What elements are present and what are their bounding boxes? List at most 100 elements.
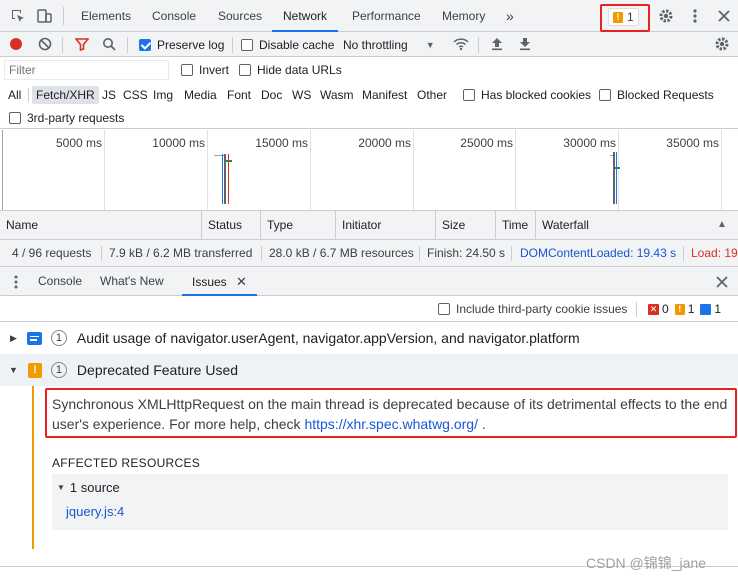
blocked-requests-check[interactable]	[599, 89, 611, 101]
load-marker	[228, 154, 229, 204]
filter-input[interactable]	[4, 60, 169, 80]
info-icon	[700, 303, 712, 315]
record-icon[interactable]	[6, 34, 26, 54]
filter-funnel-icon[interactable]	[72, 34, 92, 54]
tab-memory[interactable]: Memory	[442, 0, 485, 32]
filter-type-img[interactable]: Img	[153, 86, 173, 104]
third-party-requests-checkbox[interactable]: 3rd-party requests	[9, 109, 124, 127]
summary-transferred: 7.9 kB / 6.2 MB transferred	[109, 246, 253, 260]
filter-type-js[interactable]: JS	[102, 86, 116, 104]
watermark: CSDN @锦锦_jane	[586, 555, 707, 571]
include-third-party-check[interactable]	[438, 303, 450, 315]
disable-cache-checkbox[interactable]: Disable cache	[241, 32, 334, 57]
issue-counts[interactable]: ✕ 0 ! 1 1	[648, 296, 721, 322]
close-tab-icon[interactable]: ✕	[236, 274, 247, 289]
issue-row-audit-useragent[interactable]: ▶ 1 Audit usage of navigator.userAgent, …	[0, 322, 738, 354]
jquery-resource-link[interactable]: jquery.js:4	[66, 504, 124, 519]
affected-resources-panel: ▼ 1 source jquery.js:4	[52, 474, 728, 530]
close-drawer-icon[interactable]	[712, 272, 732, 292]
drawer-tab-whats-new[interactable]: What's New	[100, 267, 164, 296]
inspect-element-icon[interactable]	[8, 6, 28, 26]
filter-type-manifest[interactable]: Manifest	[362, 86, 407, 104]
source-toggle[interactable]: ▼ 1 source	[57, 478, 120, 496]
tab-performance[interactable]: Performance	[352, 0, 421, 32]
filter-type-all[interactable]: All	[8, 86, 21, 104]
invert-label: Invert	[199, 63, 230, 77]
collapse-arrow-icon: ▼	[57, 482, 65, 492]
filter-type-media[interactable]: Media	[184, 86, 217, 104]
issue-row-deprecated-feature[interactable]: ▼ ! 1 Deprecated Feature Used	[0, 354, 738, 386]
issue-badge-count: 1	[627, 10, 634, 24]
filter-type-doc[interactable]: Doc	[261, 86, 282, 104]
drawer-menu-icon[interactable]	[14, 275, 18, 292]
invert-check[interactable]	[181, 64, 193, 76]
column-size[interactable]: Size	[436, 211, 496, 239]
filter-type-wasm[interactable]: Wasm	[320, 86, 354, 104]
blocked-requests-checkbox[interactable]: Blocked Requests	[599, 86, 714, 104]
kebab-menu-icon[interactable]	[685, 6, 705, 26]
info-message-icon	[26, 331, 42, 345]
third-party-requests-check[interactable]	[9, 112, 21, 124]
has-blocked-cookies-check[interactable]	[463, 89, 475, 101]
issue-title: Deprecated Feature Used	[76, 362, 239, 378]
issues-badge[interactable]: ! 1	[608, 8, 639, 26]
issue-title: Audit usage of navigator.userAgent, navi…	[76, 330, 580, 346]
chevron-down-icon: ▼	[425, 39, 435, 50]
drawer-tab-issues[interactable]: Issues ✕	[182, 267, 257, 296]
dcl-marker	[616, 152, 617, 204]
preserve-log-check[interactable]	[139, 38, 151, 51]
sort-ascending-icon[interactable]: ▲	[717, 219, 727, 230]
filter-type-css[interactable]: CSS	[123, 86, 148, 104]
invert-checkbox[interactable]: Invert	[181, 60, 229, 80]
device-toolbar-icon[interactable]	[34, 6, 54, 26]
tab-network[interactable]: Network	[272, 0, 339, 32]
warning-icon: !	[674, 303, 685, 315]
filter-type-other[interactable]: Other	[417, 86, 447, 104]
filter-type-ws[interactable]: WS	[292, 86, 311, 104]
tab-sources[interactable]: Sources	[218, 0, 262, 32]
description-highlight-box	[45, 388, 737, 438]
hide-data-urls-check[interactable]	[239, 64, 251, 76]
issue-count: 1	[50, 330, 67, 346]
affected-resources-heading: AFFECTED RESOURCES	[52, 456, 201, 470]
network-settings-gear-icon[interactable]	[712, 34, 732, 54]
clear-icon[interactable]	[35, 34, 55, 54]
warning-count: 1	[687, 302, 695, 316]
drawer-tabbar: Console What's New Issues ✕	[0, 267, 738, 296]
third-party-requests-label: 3rd-party requests	[27, 111, 125, 125]
warning-icon: !	[613, 11, 623, 23]
disable-cache-label: Disable cache	[259, 37, 335, 52]
import-har-upload-icon[interactable]	[487, 34, 507, 54]
network-conditions-wifi-icon[interactable]	[451, 34, 471, 54]
close-devtools-icon[interactable]	[714, 6, 734, 26]
column-time[interactable]: Time	[496, 211, 536, 239]
column-initiator[interactable]: Initiator	[336, 211, 436, 239]
network-overview-timeline[interactable]: 5000 ms 10000 ms 15000 ms 20000 ms 25000…	[0, 130, 738, 211]
throttling-select[interactable]: No throttling ▼	[343, 32, 435, 57]
tab-elements[interactable]: Elements	[81, 0, 131, 32]
network-toolbar: Preserve log Disable cache No throttling…	[0, 32, 738, 57]
tab-console[interactable]: Console	[152, 0, 196, 32]
request-bar	[226, 160, 232, 162]
preserve-log-checkbox[interactable]: Preserve log	[139, 32, 224, 57]
hide-data-urls-checkbox[interactable]: Hide data URLs	[239, 60, 342, 80]
include-third-party-checkbox[interactable]: Include third-party cookie issues	[438, 296, 627, 322]
request-bar	[613, 152, 615, 204]
column-waterfall[interactable]: Waterfall	[536, 211, 738, 239]
settings-gear-icon[interactable]	[656, 6, 676, 26]
filter-type-fetch-xhr[interactable]: Fetch/XHR	[32, 86, 99, 104]
request-table-header: Name Status Type Initiator Size Time Wat…	[0, 211, 738, 240]
disable-cache-check[interactable]	[241, 38, 253, 51]
drawer-tab-console[interactable]: Console	[38, 267, 82, 296]
search-icon[interactable]	[99, 34, 119, 54]
has-blocked-cookies-checkbox[interactable]: Has blocked cookies	[463, 86, 591, 104]
more-tabs-icon[interactable]: »	[506, 0, 514, 32]
column-name[interactable]: Name	[0, 211, 202, 239]
filter-type-font[interactable]: Font	[227, 86, 251, 104]
column-status[interactable]: Status	[202, 211, 261, 239]
network-summary-bar: 4 / 96 requests 7.9 kB / 6.2 MB transfer…	[0, 240, 738, 267]
export-har-download-icon[interactable]	[515, 34, 535, 54]
summary-domcontentloaded: DOMContentLoaded: 19.43 s	[520, 246, 677, 260]
filter-bar: Invert Hide data URLs All Fetch/XHR JS C…	[0, 57, 738, 129]
column-type[interactable]: Type	[261, 211, 336, 239]
